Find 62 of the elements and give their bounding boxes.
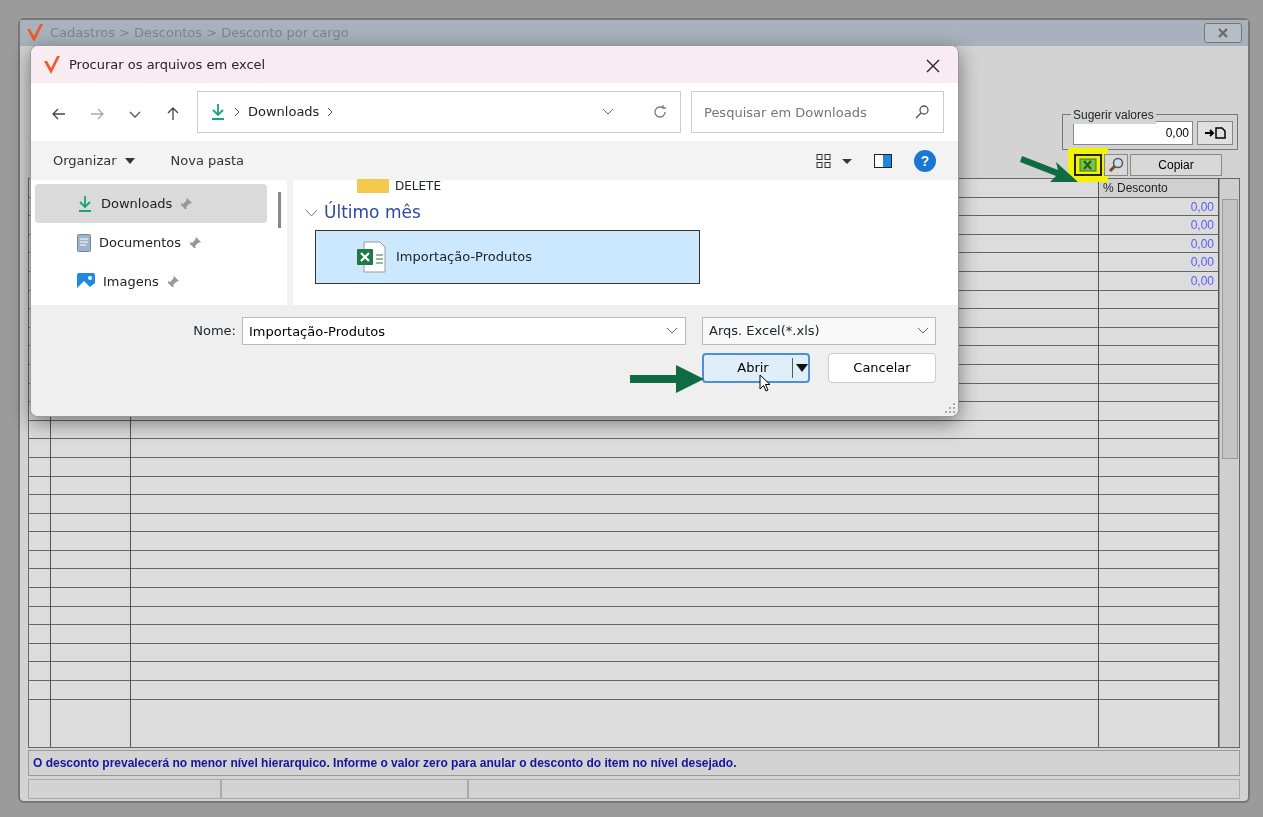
search-button[interactable]: [1104, 154, 1128, 176]
pin-icon: [166, 275, 179, 288]
scrollbar-thumb[interactable]: [277, 192, 281, 228]
chevron-down-icon: [917, 327, 929, 335]
table-cell: 0,00: [1099, 216, 1218, 235]
chevron-right-icon: [327, 107, 334, 117]
arrow-icon: [165, 105, 181, 122]
download-icon: [77, 194, 93, 213]
close-icon: [1218, 28, 1228, 38]
magnifier-icon: [1108, 157, 1124, 173]
sidebar-item[interactable]: Downloads: [35, 184, 267, 223]
close-icon: [926, 59, 940, 73]
caret-icon: [796, 364, 808, 372]
path-segment[interactable]: Downloads: [248, 102, 320, 122]
search-icon: [914, 104, 930, 120]
address-bar[interactable]: Downloads: [197, 91, 681, 133]
apply-button[interactable]: [1197, 121, 1233, 145]
image-icon: [77, 272, 95, 291]
resize-grip-icon: [945, 403, 955, 413]
chevron-right-icon: [234, 107, 240, 117]
cursor-icon: [759, 374, 771, 392]
arrow-into-box-icon: [1204, 127, 1226, 139]
name-label: Nome:: [193, 322, 236, 341]
spreadsheet-file-icon: [356, 241, 386, 273]
help-button[interactable]: ?: [914, 149, 936, 172]
cancel-button[interactable]: Cancelar: [828, 353, 936, 383]
file-name-field[interactable]: Importação-Produtos: [242, 317, 686, 345]
file-type-dropdown[interactable]: Arqs. Excel(*.xls): [702, 317, 936, 345]
organize-menu[interactable]: Organizar: [53, 150, 135, 171]
search-field[interactable]: Pesquisar em Downloads: [691, 91, 944, 133]
chevron-down-icon: [666, 327, 678, 335]
pin-icon: [180, 197, 193, 210]
folder-icon: [357, 179, 389, 193]
refresh-icon: [652, 104, 668, 120]
scrollbar[interactable]: [1219, 179, 1239, 747]
group-header[interactable]: Último mês: [305, 200, 421, 226]
hint-text: O desconto prevalecerá no menor nível hierarquico. Informe o valor zero para anular o desconto do item no nível desejado.: [28, 750, 1240, 776]
new-folder-button[interactable]: Nova pasta: [170, 150, 245, 171]
chevron-down-icon: [305, 209, 318, 217]
view-grid-icon[interactable]: [816, 153, 852, 168]
copy-button[interactable]: Copiar: [1130, 154, 1222, 176]
preview-pane-icon[interactable]: [874, 153, 892, 168]
suggest-input[interactable]: 0,00: [1073, 121, 1193, 145]
download-icon: [210, 103, 226, 121]
pin-icon: [189, 236, 202, 249]
folder-name[interactable]: DELETE: [395, 177, 441, 195]
table-cell: 0,00: [1099, 234, 1218, 254]
logo-icon: [43, 54, 61, 75]
dialog-title: Procurar os arquivos em excel: [69, 55, 266, 74]
sidebar-item[interactable]: Imagens: [35, 262, 267, 301]
document-icon: [77, 233, 91, 252]
open-button[interactable]: Abrir: [702, 353, 810, 383]
column-header: % Desconto: [1099, 179, 1218, 198]
caret-icon: [124, 157, 135, 164]
table-cell: 0,00: [1099, 197, 1218, 217]
chevron-down-icon: [602, 108, 614, 116]
logo-icon: [26, 23, 44, 43]
table-cell: 0,00: [1099, 253, 1218, 272]
table-cell: 0,00: [1099, 271, 1218, 291]
file-item[interactable]: Importação-Produtos: [315, 230, 700, 284]
spreadsheet-icon: [1079, 158, 1097, 172]
sidebar-item[interactable]: Documentos: [35, 223, 267, 262]
